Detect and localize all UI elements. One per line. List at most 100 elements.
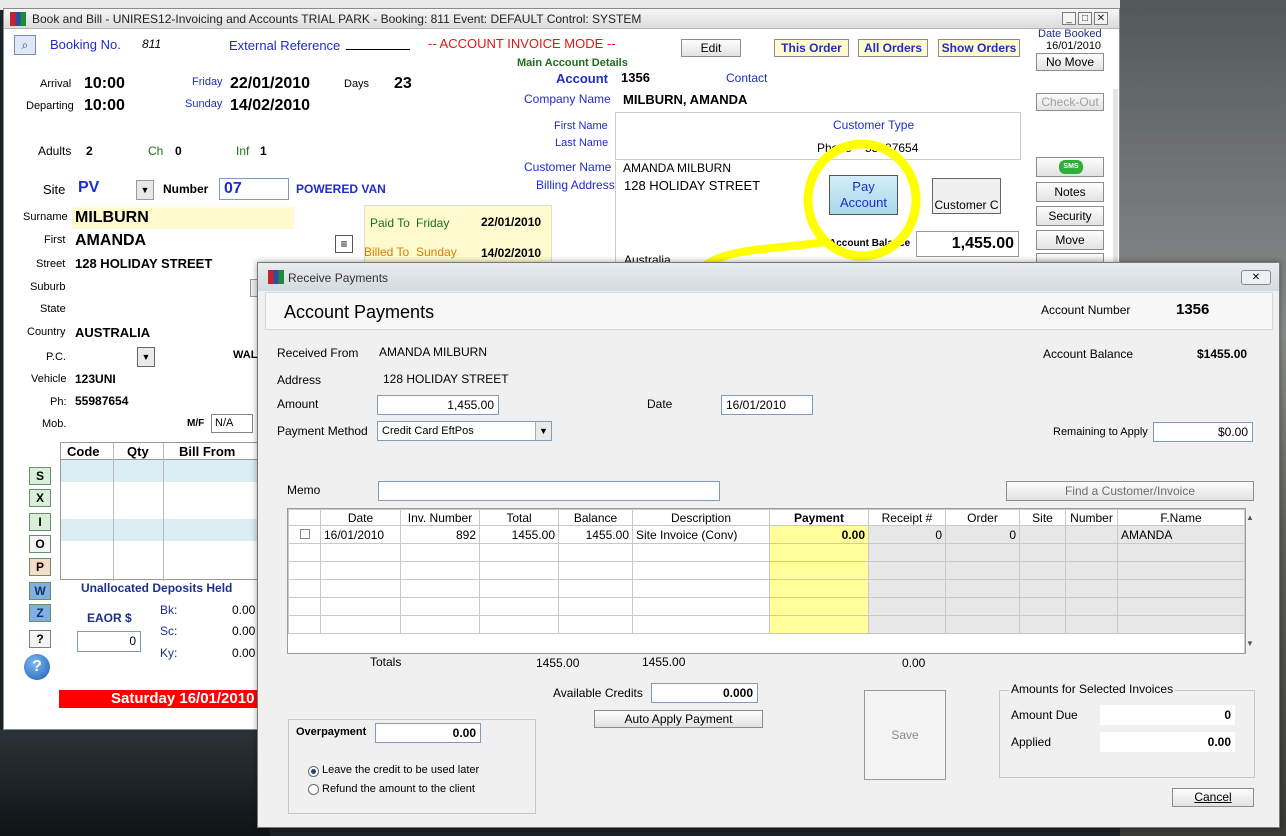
auto-apply-button[interactable]: Auto Apply Payment (594, 710, 763, 728)
edit-label: Edit (700, 41, 722, 55)
account-balance-value: 1,455.00 (951, 235, 1014, 252)
country-label: Country (27, 326, 66, 338)
maximize-button[interactable]: □ (1078, 12, 1092, 25)
save-button[interactable]: Save (864, 690, 946, 780)
memo-input[interactable] (378, 481, 720, 501)
notes-button[interactable]: Notes (1036, 182, 1104, 202)
cancel-button[interactable]: Cancel (1172, 788, 1254, 807)
minimize-button[interactable]: _ (1062, 12, 1076, 25)
payment-method-select[interactable]: Credit Card EftPos ▼ (377, 421, 552, 441)
chevron-down-icon[interactable]: ▼ (535, 422, 551, 440)
table-row[interactable] (288, 543, 1245, 562)
external-ref-label: External Reference (229, 38, 341, 53)
eaor-field[interactable]: 0 (77, 631, 141, 652)
show-orders-button[interactable]: Show Orders (938, 39, 1020, 57)
unallocated-label: Unallocated Deposits Held (81, 581, 233, 595)
col-header: Payment (769, 509, 869, 526)
dialog-header: Account Payments Account Number 1356 (265, 292, 1273, 330)
number-field[interactable]: 07 (219, 178, 289, 200)
i-button[interactable]: I (29, 513, 51, 531)
departing-label: Departing (26, 100, 74, 112)
cancel-label: Cancel (1194, 790, 1232, 804)
o-button[interactable]: O (29, 535, 51, 553)
days-label: Days (344, 78, 370, 90)
s-button[interactable]: S (29, 467, 51, 485)
cell-number (1065, 525, 1118, 544)
suburb-label: Suburb (30, 281, 66, 293)
amount-due-field: 0 (1100, 705, 1235, 725)
mf-label: M/F (187, 418, 205, 429)
code-header: Code (67, 444, 100, 459)
mob-label: Mob. (42, 418, 67, 430)
edit-button[interactable]: Edit (681, 39, 741, 57)
scroll-up-icon[interactable]: ▲ (1246, 513, 1254, 522)
cell-site (1019, 525, 1066, 544)
radio-leave-credit[interactable] (308, 766, 319, 777)
table-row[interactable] (61, 460, 261, 482)
all-orders-button[interactable]: All Orders (858, 39, 928, 57)
notes-icon[interactable]: ≡ (335, 235, 353, 253)
radio-refund[interactable] (308, 784, 319, 795)
address-label: Address (277, 373, 322, 387)
surname-value: MILBURN (75, 209, 149, 226)
table-row[interactable] (288, 561, 1245, 580)
help-icon[interactable]: ? (24, 654, 50, 680)
pc-dropdown[interactable]: ▼ (137, 347, 155, 367)
booking-no: 811 (142, 37, 162, 51)
date-input[interactable]: 16/01/2010 (721, 395, 813, 415)
cell-payment[interactable]: 0.00 (769, 525, 869, 544)
col-header: Order (945, 509, 1020, 526)
scroll-down-icon[interactable]: ▼ (1246, 639, 1254, 648)
o-label: O (35, 537, 45, 551)
remaining-value: $0.00 (1217, 425, 1248, 439)
p-button[interactable]: P (29, 558, 51, 576)
table-row[interactable] (288, 579, 1245, 598)
sms-label: SMS (1063, 163, 1079, 170)
external-ref-field[interactable] (346, 49, 410, 50)
show-orders-label: Show Orders (941, 41, 1017, 55)
totals-payment: 0.00 (902, 656, 926, 670)
table-row[interactable] (288, 615, 1245, 634)
pc-label: P.C. (46, 351, 66, 363)
mf-select[interactable]: N/A (211, 414, 253, 433)
date-booked-label: Date Booked (1038, 28, 1102, 40)
move-button[interactable]: Move (1036, 230, 1104, 250)
qty-header: Qty (127, 444, 149, 459)
security-button[interactable]: Security (1036, 206, 1104, 226)
ph-label: Ph: (50, 396, 67, 408)
inf-value: 1 (260, 144, 267, 158)
cell-description: Site Invoice (Conv) (632, 525, 770, 544)
w-button[interactable]: W (29, 582, 51, 600)
row-checkbox-cell[interactable] (288, 525, 321, 544)
s-label: S (35, 469, 44, 483)
account-number-value: 1356 (1176, 301, 1210, 318)
first-label: First (44, 234, 66, 246)
this-order-button[interactable]: This Order (774, 39, 849, 57)
app-icon (10, 12, 26, 26)
table-row[interactable] (61, 519, 261, 541)
search-icon[interactable]: ⌕ (14, 35, 36, 55)
bill-from-header: Bill From (179, 444, 236, 459)
overpayment-value: 0.00 (452, 726, 476, 740)
no-move-button[interactable]: No Move (1036, 53, 1104, 71)
x-button[interactable]: X (29, 489, 51, 507)
find-customer-button[interactable]: Find a Customer/Invoice (1006, 481, 1254, 501)
table-row[interactable] (288, 597, 1245, 616)
check-out-button[interactable]: Check-Out (1036, 93, 1104, 111)
close-button[interactable]: ✕ (1094, 12, 1108, 25)
sms-button[interactable]: SMS (1036, 157, 1104, 177)
ch-value: 0 (175, 144, 182, 158)
row-checkbox[interactable] (299, 528, 310, 539)
contact-label: Contact (726, 71, 768, 85)
amount-input[interactable]: 1,455.00 (377, 395, 499, 415)
z-button[interactable]: Z (29, 604, 51, 622)
mf-value: N/A (215, 417, 234, 429)
dialog-close-button[interactable]: ✕ (1241, 270, 1271, 285)
table-row[interactable]: 16/01/2010 892 1455.00 1455.00 Site Invo… (288, 525, 1245, 544)
payment-method-label: Payment Method (277, 424, 368, 438)
customer-card-button[interactable]: Customer C (932, 178, 1001, 214)
site-dropdown[interactable]: ▼ (136, 180, 154, 200)
date-label: Date (647, 397, 673, 411)
question-button[interactable]: ? (29, 630, 51, 648)
w-label: W (34, 584, 46, 598)
